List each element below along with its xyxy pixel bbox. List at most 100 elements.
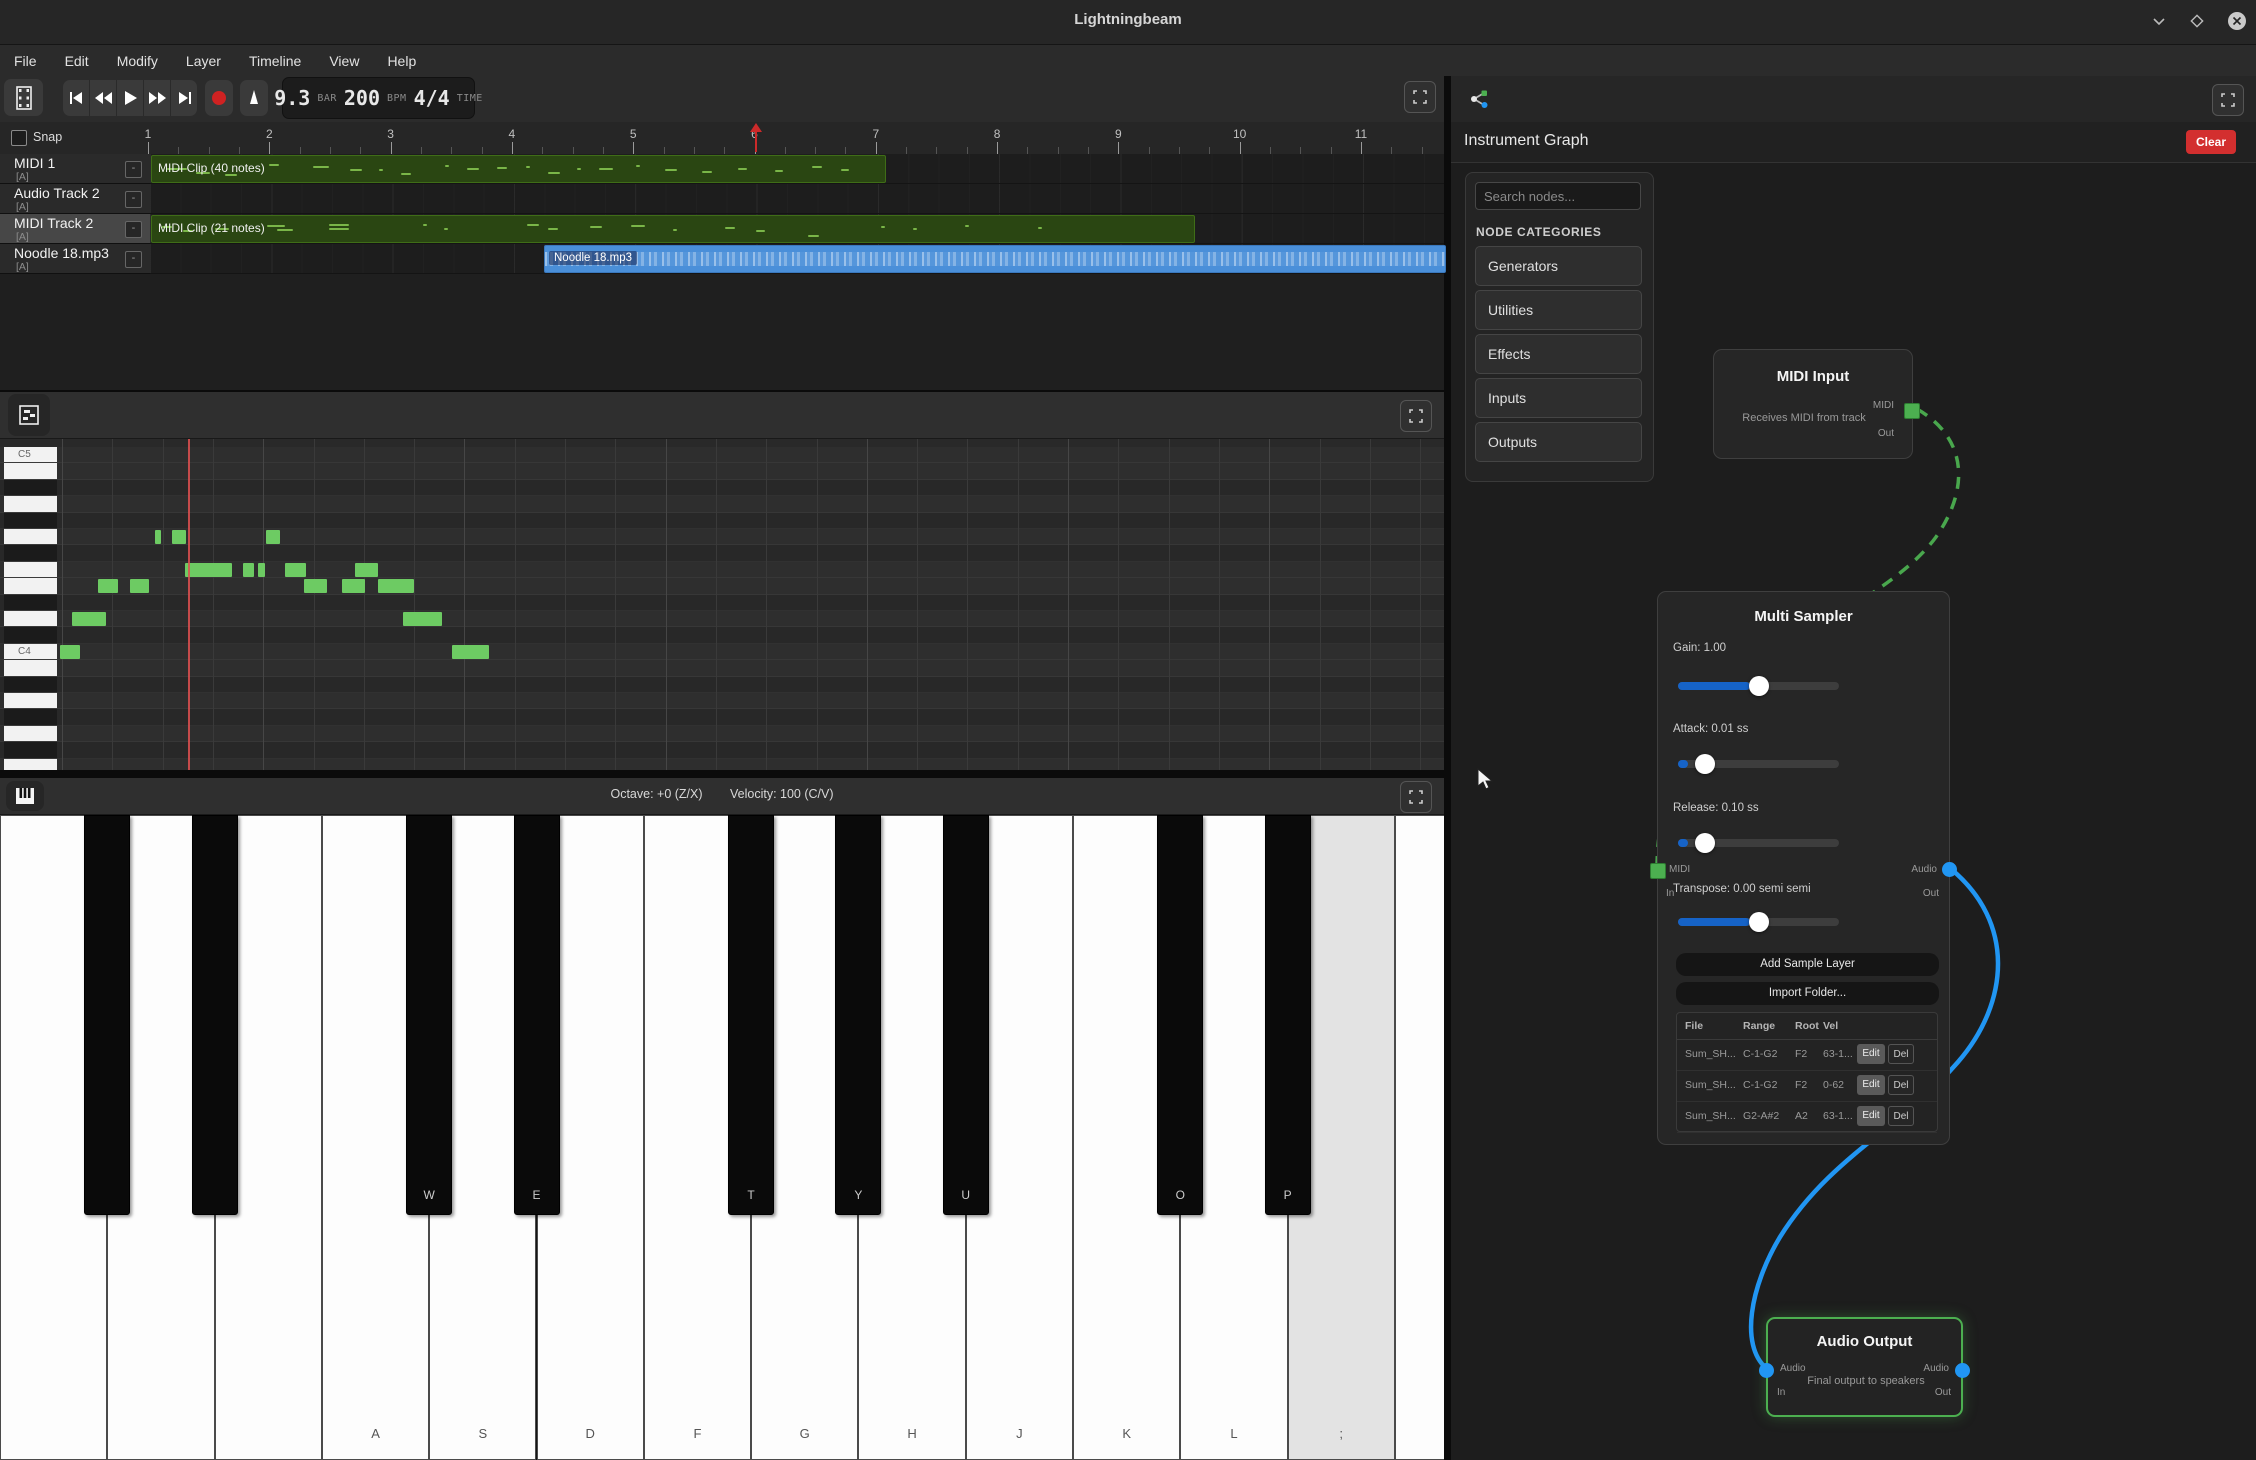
graph-expand-button[interactable] <box>2212 84 2244 116</box>
midi-note[interactable] <box>355 563 378 577</box>
piano-roll-panel-button[interactable] <box>8 394 50 436</box>
track-header-midi-track-2[interactable]: MIDI Track 2[A]- <box>0 214 150 244</box>
menu-item-modify[interactable]: Modify <box>117 53 158 69</box>
clip-audio[interactable]: Noodle 18.mp3 <box>544 245 1446 273</box>
graph-canvas[interactable]: NODE CATEGORIES GeneratorsUtilitiesEffec… <box>1451 163 2256 1460</box>
track-lane[interactable]: MIDI Clip (21 notes) <box>150 214 1444 244</box>
midi-note[interactable] <box>266 530 280 544</box>
category-outputs[interactable]: Outputs <box>1475 422 1642 462</box>
track-minus-button[interactable]: - <box>125 221 142 238</box>
menu-item-edit[interactable]: Edit <box>65 53 89 69</box>
midi-note[interactable] <box>342 579 365 593</box>
midi-out-port[interactable] <box>1904 403 1920 419</box>
black-key[interactable] <box>192 815 238 1215</box>
edit-button[interactable]: Edit <box>1857 1075 1885 1095</box>
category-inputs[interactable]: Inputs <box>1475 378 1642 418</box>
slider-track[interactable] <box>1678 918 1839 926</box>
import-folder-button[interactable]: Import Folder... <box>1676 982 1939 1005</box>
track-lane[interactable]: MIDI Clip (40 notes) <box>150 154 1444 184</box>
black-key-O[interactable]: O <box>1157 815 1203 1215</box>
node-graph-panel-button[interactable] <box>1458 78 1500 120</box>
midi-in-port[interactable] <box>1650 863 1666 879</box>
clear-button[interactable]: Clear <box>2186 130 2236 154</box>
black-key-W[interactable]: W <box>406 815 452 1215</box>
key-cell[interactable] <box>4 529 57 545</box>
key-cell[interactable] <box>4 677 57 693</box>
black-key-E[interactable]: E <box>514 815 560 1215</box>
black-key-P[interactable]: P <box>1265 815 1311 1215</box>
key-cell[interactable] <box>4 611 57 627</box>
keyboard-expand-button[interactable] <box>1400 781 1432 813</box>
key-cell[interactable] <box>4 709 57 725</box>
piano-roll-expand-button[interactable] <box>1400 400 1432 432</box>
snap-checkbox[interactable] <box>11 130 27 146</box>
piano-roll-grid[interactable]: C5 C4 <box>0 439 1444 770</box>
track-header-midi-1[interactable]: MIDI 1[A]- <box>0 154 150 184</box>
midi-note[interactable] <box>185 563 232 577</box>
midi-note[interactable] <box>378 579 414 593</box>
key-cell[interactable]: C4 <box>4 644 57 660</box>
edit-button[interactable]: Edit <box>1857 1044 1885 1064</box>
midi-note[interactable] <box>285 563 306 577</box>
midi-note[interactable] <box>60 645 80 659</box>
slider-track[interactable] <box>1678 682 1839 690</box>
midi-note[interactable] <box>130 579 149 593</box>
midi-note[interactable] <box>98 579 118 593</box>
slider-thumb[interactable] <box>1695 754 1715 774</box>
category-generators[interactable]: Generators <box>1475 246 1642 286</box>
delete-button[interactable]: Del <box>1888 1106 1914 1126</box>
clip-midi[interactable]: MIDI Clip (40 notes) <box>151 155 886 183</box>
midi-note[interactable] <box>172 530 186 544</box>
key-cell[interactable] <box>4 759 57 770</box>
track-header-noodle-18-mp3[interactable]: Noodle 18.mp3[A]- <box>0 244 150 274</box>
key-cell[interactable] <box>4 693 57 709</box>
menu-item-file[interactable]: File <box>14 53 37 69</box>
close-icon[interactable] <box>2226 10 2248 32</box>
delete-button[interactable]: Del <box>1888 1044 1914 1064</box>
fast-forward-button[interactable] <box>144 80 171 116</box>
metronome-button[interactable] <box>240 80 268 116</box>
menu-item-timeline[interactable]: Timeline <box>249 53 301 69</box>
maximize-icon[interactable] <box>2186 10 2208 32</box>
slider-thumb[interactable] <box>1749 676 1769 696</box>
node-multi-sampler[interactable]: Multi Sampler Gain: 1.00Attack: 0.01 ssR… <box>1657 591 1950 1145</box>
midi-note[interactable] <box>258 563 265 577</box>
menu-item-layer[interactable]: Layer <box>186 53 221 69</box>
add-sample-layer-button[interactable]: Add Sample Layer <box>1676 953 1939 976</box>
midi-note[interactable] <box>72 612 106 626</box>
key-cell[interactable] <box>4 660 57 676</box>
track-lane[interactable]: Noodle 18.mp3 <box>150 244 1444 274</box>
timeline-ruler[interactable]: Snap 1234567891011 <box>0 122 1444 155</box>
track-minus-button[interactable]: - <box>125 251 142 268</box>
slider-track[interactable] <box>1678 760 1839 768</box>
key-cell[interactable] <box>4 496 57 512</box>
node-audio-output[interactable]: Audio Output Final output to speakers Au… <box>1766 1317 1963 1417</box>
menu-item-view[interactable]: View <box>329 53 359 69</box>
audio-out-port[interactable] <box>1942 862 1957 877</box>
key-cell[interactable] <box>4 726 57 742</box>
timeline-expand-button[interactable] <box>1404 81 1436 113</box>
midi-note[interactable] <box>452 645 489 659</box>
category-effects[interactable]: Effects <box>1475 334 1642 374</box>
slider-thumb[interactable] <box>1749 912 1769 932</box>
edit-button[interactable]: Edit <box>1857 1106 1885 1126</box>
slider-track[interactable] <box>1678 839 1839 847</box>
play-button[interactable] <box>117 80 144 116</box>
midi-note[interactable] <box>304 579 327 593</box>
midi-note[interactable] <box>403 612 442 626</box>
key-cell[interactable] <box>4 742 57 758</box>
key-cell[interactable] <box>4 463 57 479</box>
key-cell[interactable] <box>4 562 57 578</box>
clip-midi[interactable]: MIDI Clip (21 notes) <box>151 215 1195 243</box>
menu-item-help[interactable]: Help <box>387 53 416 69</box>
delete-button[interactable]: Del <box>1888 1075 1914 1095</box>
search-input[interactable] <box>1475 182 1641 210</box>
white-key[interactable] <box>1395 815 1444 1460</box>
key-cell[interactable] <box>4 595 57 611</box>
key-cell[interactable] <box>4 545 57 561</box>
key-cell[interactable]: C5 <box>4 447 57 463</box>
black-key-U[interactable]: U <box>943 815 989 1215</box>
slider-thumb[interactable] <box>1695 833 1715 853</box>
skip-to-start-button[interactable] <box>63 80 90 116</box>
track-lane[interactable] <box>150 184 1444 214</box>
